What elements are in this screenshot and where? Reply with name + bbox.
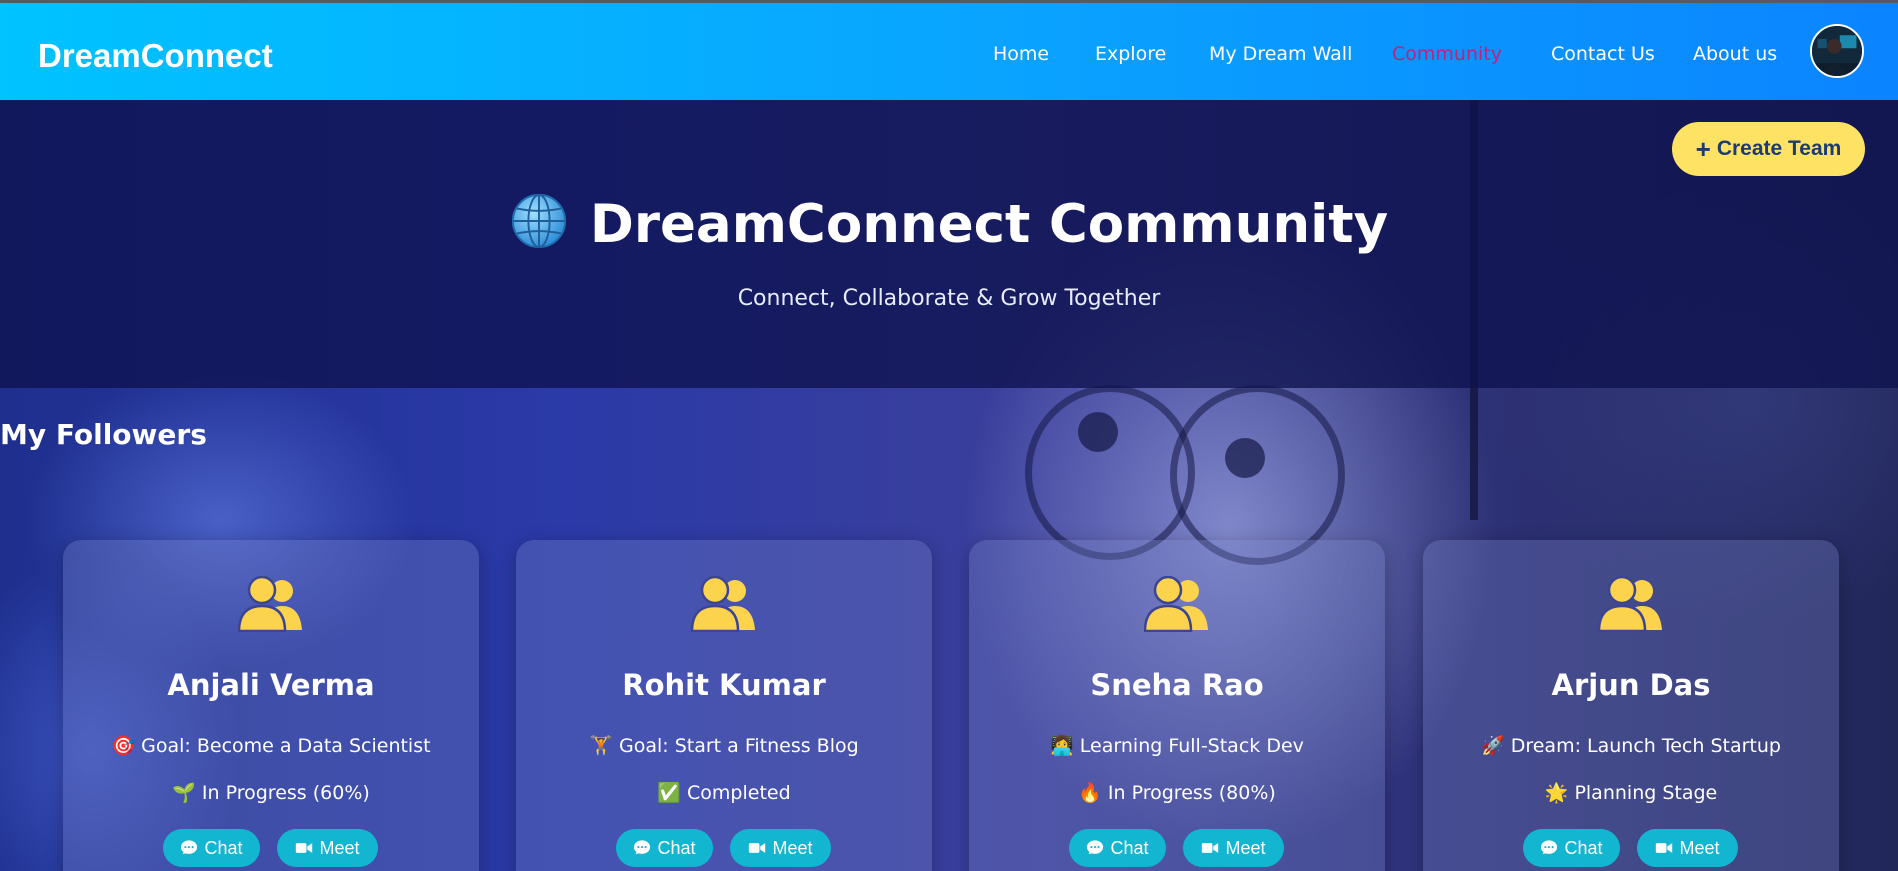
follower-name: Rohit Kumar xyxy=(622,668,826,702)
meet-label: Meet xyxy=(1679,837,1720,858)
follower-card-4: Arjun Das 🚀 Dream: Launch Tech Startup 🌟… xyxy=(1423,540,1839,871)
background-eye-right xyxy=(1170,385,1345,565)
chat-icon xyxy=(181,840,198,855)
users-icon xyxy=(1598,576,1662,632)
chat-button[interactable]: Chat xyxy=(1523,829,1620,867)
hero-banner: + Create Team DreamConnect Community Con… xyxy=(0,100,1898,388)
follower-status: 🌟 Planning Stage xyxy=(1544,782,1718,804)
chat-label: Chat xyxy=(657,837,696,858)
chat-label: Chat xyxy=(204,837,243,858)
follower-status: ✅ Completed xyxy=(657,782,791,804)
meet-label: Meet xyxy=(1225,837,1266,858)
follower-name: Arjun Das xyxy=(1551,668,1711,702)
meet-button[interactable]: Meet xyxy=(277,829,378,867)
avatar-image-icon xyxy=(1812,26,1862,76)
follower-name: Sneha Rao xyxy=(1090,668,1264,702)
chat-icon xyxy=(1087,840,1104,855)
video-camera-icon xyxy=(296,843,313,853)
background-pupil-left xyxy=(1078,412,1118,452)
background-pupil-right xyxy=(1225,438,1265,478)
nav-my-dream-wall[interactable]: My Dream Wall xyxy=(1209,43,1352,65)
follower-goal: 👩‍💻 Learning Full-Stack Dev xyxy=(1050,735,1304,757)
chat-label: Chat xyxy=(1564,837,1603,858)
follower-status: 🔥 In Progress (80%) xyxy=(1078,782,1276,804)
meet-button[interactable]: Meet xyxy=(730,829,831,867)
follower-card-1: Anjali Verma 🎯 Goal: Become a Data Scien… xyxy=(63,540,479,871)
create-team-label: Create Team xyxy=(1716,137,1842,160)
globe-icon xyxy=(511,193,566,249)
nav-about-us[interactable]: About us xyxy=(1693,43,1777,65)
create-team-button[interactable]: + Create Team xyxy=(1672,122,1865,176)
chat-button[interactable]: Chat xyxy=(163,829,260,867)
chat-label: Chat xyxy=(1110,837,1149,858)
video-camera-icon xyxy=(1656,843,1673,853)
nav-community[interactable]: Community xyxy=(1392,43,1502,65)
follower-card-2: Rohit Kumar 🏋️ Goal: Start a Fitness Blo… xyxy=(516,540,932,871)
page-title: DreamConnect Community xyxy=(0,192,1898,255)
followers-section-title: My Followers xyxy=(0,418,207,451)
meet-label: Meet xyxy=(772,837,813,858)
chat-icon xyxy=(634,840,651,855)
follower-goal: 🚀 Dream: Launch Tech Startup xyxy=(1481,735,1781,757)
nav-explore[interactable]: Explore xyxy=(1095,43,1166,65)
follower-goal: 🎯 Goal: Become a Data Scientist xyxy=(111,735,431,757)
page-title-text: DreamConnect Community xyxy=(589,194,1389,255)
users-icon xyxy=(1144,576,1208,632)
chat-icon xyxy=(1541,840,1558,855)
navbar: DreamConnect Home Explore My Dream Wall … xyxy=(0,0,1898,100)
users-icon xyxy=(691,576,755,632)
chat-button[interactable]: Chat xyxy=(616,829,713,867)
users-icon xyxy=(238,576,302,632)
video-camera-icon xyxy=(1202,843,1219,853)
meet-button[interactable]: Meet xyxy=(1637,829,1738,867)
follower-card-3: Sneha Rao 👩‍💻 Learning Full-Stack Dev 🔥 … xyxy=(969,540,1385,871)
video-camera-icon xyxy=(749,843,766,853)
meet-label: Meet xyxy=(319,837,360,858)
follower-status: 🌱 In Progress (60%) xyxy=(172,782,370,804)
nav-contact-us[interactable]: Contact Us xyxy=(1551,43,1655,65)
user-avatar[interactable] xyxy=(1810,24,1864,78)
meet-button[interactable]: Meet xyxy=(1183,829,1284,867)
follower-name: Anjali Verma xyxy=(167,668,375,702)
nav-home[interactable]: Home xyxy=(993,43,1049,65)
chat-button[interactable]: Chat xyxy=(1069,829,1166,867)
page-subtitle: Connect, Collaborate & Grow Together xyxy=(737,286,1161,311)
plus-icon: + xyxy=(1695,133,1711,164)
brand-logo[interactable]: DreamConnect xyxy=(38,37,273,75)
follower-goal: 🏋️ Goal: Start a Fitness Blog xyxy=(589,735,859,757)
